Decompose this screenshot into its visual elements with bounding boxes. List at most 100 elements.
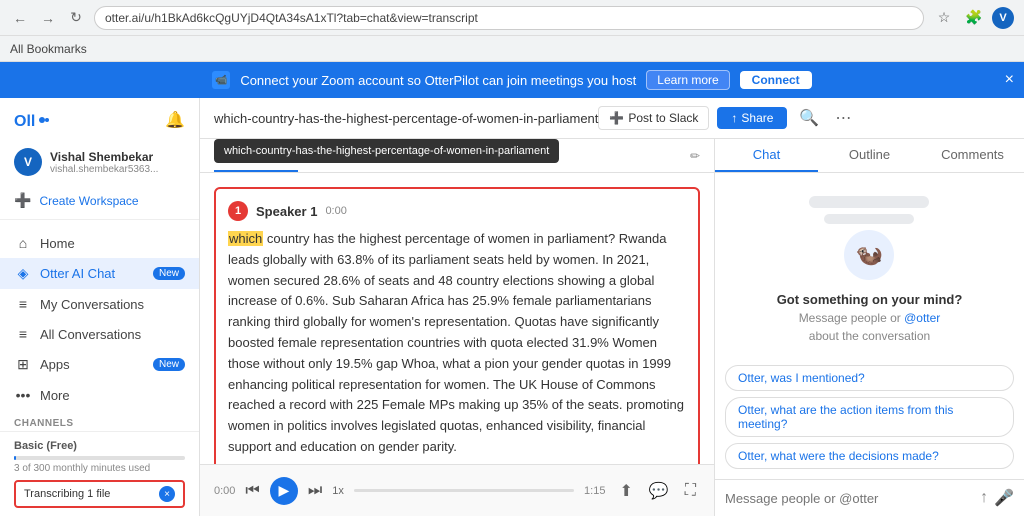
- bookmarks-bar: All Bookmarks: [0, 36, 1024, 62]
- create-workspace-button[interactable]: ➕ Create Workspace: [0, 186, 199, 215]
- sidebar-divider: [0, 219, 199, 220]
- extension-button[interactable]: 🧩: [962, 6, 986, 30]
- sidebar-item-label: My Conversations: [40, 297, 144, 312]
- post-to-slack-button[interactable]: ➕ Post to Slack: [598, 106, 709, 130]
- share-button[interactable]: ↑ Share: [717, 107, 787, 129]
- speaker-number: 1: [228, 201, 248, 221]
- header-actions: ➕ Post to Slack ↑ Share 🔍 ⋯: [598, 106, 855, 130]
- more-options-button[interactable]: ⋯: [831, 106, 855, 130]
- forward-button-audio[interactable]: ⏭: [308, 482, 322, 500]
- speaker-block: 1 Speaker 1 0:00 which country has the h…: [214, 187, 700, 464]
- new-badge: New: [153, 267, 185, 280]
- refresh-button[interactable]: ↻: [66, 8, 86, 28]
- zoom-icon: 📹: [212, 71, 230, 89]
- page-title: which-country-has-the-highest-percentage…: [214, 111, 598, 126]
- sidebar-item-label: Apps: [40, 357, 70, 372]
- transcript-panel: Summary ✏ 1 Speaker 1 0:00 which country…: [200, 139, 714, 516]
- highlighted-word: which: [228, 231, 263, 246]
- forward-button[interactable]: →: [38, 8, 58, 28]
- tab-chat[interactable]: Chat: [715, 139, 818, 172]
- connect-button[interactable]: Connect: [740, 71, 812, 89]
- create-workspace-label: Create Workspace: [39, 194, 138, 208]
- sidebar-item-apps[interactable]: ⊞ Apps New: [0, 349, 199, 380]
- banner-close-button[interactable]: ×: [1005, 71, 1014, 89]
- edit-icon-button[interactable]: ✏: [690, 139, 700, 172]
- chat-audio-button[interactable]: 💬: [645, 479, 673, 503]
- speaker-name: Speaker 1: [256, 204, 317, 219]
- sidebar-item-home[interactable]: ⌂ Home: [0, 228, 199, 258]
- transcribing-close-button[interactable]: ×: [159, 486, 175, 502]
- avatar: V: [992, 7, 1014, 29]
- start-time: 0:00: [214, 485, 235, 497]
- more-icon: •••: [14, 387, 32, 403]
- url-bar[interactable]: otter.ai/u/h1BkAd6kcQgUYjD4QtA34sA1xTl?t…: [94, 6, 924, 30]
- my-conversations-icon: ≡: [14, 296, 32, 312]
- otter-ai-chat-icon: ◈: [14, 265, 32, 282]
- chat-placeholder-title: Got something on your mind?: [777, 292, 963, 307]
- sidebar: Oll 🔔 V Vishal Shembekar vishal.shembeka…: [0, 98, 200, 516]
- title-tooltip-area: which-country-has-the-highest-percentage…: [214, 111, 598, 126]
- transcript-content: 1 Speaker 1 0:00 which country has the h…: [200, 173, 714, 464]
- chat-input[interactable]: [725, 491, 974, 506]
- url-text: otter.ai/u/h1BkAd6kcQgUYjD4QtA34sA1xTl?t…: [105, 11, 913, 25]
- bookmark-star-button[interactable]: ☆: [932, 6, 956, 30]
- apps-icon: ⊞: [14, 356, 32, 373]
- minutes-progress-bar: [14, 456, 185, 460]
- minutes-progress-fill: [14, 456, 16, 460]
- expand-audio-button[interactable]: ⛶: [681, 479, 700, 503]
- user-name: Vishal Shembekar: [50, 150, 158, 164]
- sidebar-item-label: Home: [40, 236, 75, 251]
- chat-placeholder-hint: Message people or @otter: [799, 311, 941, 325]
- slack-icon: ➕: [609, 111, 624, 125]
- sidebar-item-all-conversations[interactable]: ≡ All Conversations: [0, 319, 199, 349]
- svg-text:Oll: Oll: [14, 113, 35, 130]
- voice-button[interactable]: 🎤: [994, 488, 1014, 508]
- sidebar-item-more[interactable]: ••• More: [0, 380, 199, 410]
- quick-msg-3[interactable]: Otter, what were the decisions made?: [725, 443, 1014, 469]
- search-button[interactable]: 🔍: [795, 106, 823, 130]
- chat-input-row: ↑ 🎤: [715, 479, 1024, 516]
- banner-text: Connect your Zoom account so OtterPilot …: [240, 73, 636, 88]
- audio-progress-bar[interactable]: [354, 489, 574, 492]
- browser-bar: ← → ↻ otter.ai/u/h1BkAd6kcQgUYjD4QtA34sA…: [0, 0, 1024, 36]
- tab-comments[interactable]: Comments: [921, 139, 1024, 172]
- play-button[interactable]: ▶: [270, 477, 298, 505]
- minutes-used-text: 3 of 300 monthly minutes used: [14, 463, 185, 474]
- speaker-header: 1 Speaker 1 0:00: [228, 201, 686, 221]
- notification-bell-button[interactable]: 🔔: [165, 110, 185, 130]
- user-profile: V Vishal Shembekar vishal.shembekar5363.…: [0, 142, 199, 186]
- share-icon: ↑: [731, 111, 737, 125]
- share-audio-button[interactable]: ⬆: [615, 479, 636, 503]
- quick-msg-1[interactable]: Otter, was I mentioned?: [725, 365, 1014, 391]
- sidebar-item-otter-ai-chat[interactable]: ◈ Otter AI Chat New: [0, 258, 199, 289]
- sidebar-item-label: More: [40, 388, 70, 403]
- back-button[interactable]: ←: [10, 8, 30, 28]
- plan-label: Basic (Free): [14, 440, 185, 452]
- sidebar-bottom: Basic (Free) 3 of 300 monthly minutes us…: [0, 431, 199, 516]
- bookmarks-label: All Bookmarks: [10, 42, 87, 56]
- quick-messages: Otter, was I mentioned? Otter, what are …: [715, 365, 1024, 479]
- chat-tab-bar: Chat Outline Comments: [715, 139, 1024, 173]
- user-info: Vishal Shembekar vishal.shembekar5363...: [50, 150, 158, 175]
- quick-msg-2[interactable]: Otter, what are the action items from th…: [725, 397, 1014, 437]
- sidebar-item-label: Otter AI Chat: [40, 266, 115, 281]
- main-content: which-country-has-the-highest-percentage…: [200, 98, 1024, 516]
- speed-label: 1x: [332, 485, 344, 497]
- user-avatar: V: [14, 148, 42, 176]
- notification-banner: 📹 Connect your Zoom account so OtterPilo…: [0, 62, 1024, 98]
- chat-bubble-2: [824, 214, 914, 224]
- transcribing-status-bar: Transcribing 1 file ×: [14, 480, 185, 508]
- sidebar-item-my-conversations[interactable]: ≡ My Conversations: [0, 289, 199, 319]
- app-container: Oll 🔔 V Vishal Shembekar vishal.shembeka…: [0, 98, 1024, 516]
- send-button[interactable]: ↑: [980, 489, 988, 507]
- otter-mention: @otter: [904, 311, 940, 325]
- rewind-button[interactable]: ⏮: [245, 482, 259, 500]
- tab-outline[interactable]: Outline: [818, 139, 921, 172]
- create-workspace-icon: ➕: [14, 192, 31, 209]
- post-slack-label: Post to Slack: [628, 111, 698, 125]
- apps-new-badge: New: [153, 358, 185, 371]
- sidebar-item-label: All Conversations: [40, 327, 141, 342]
- learn-more-button[interactable]: Learn more: [646, 70, 729, 90]
- end-time: 1:15: [584, 485, 605, 497]
- content-area: Summary ✏ 1 Speaker 1 0:00 which country…: [200, 139, 1024, 516]
